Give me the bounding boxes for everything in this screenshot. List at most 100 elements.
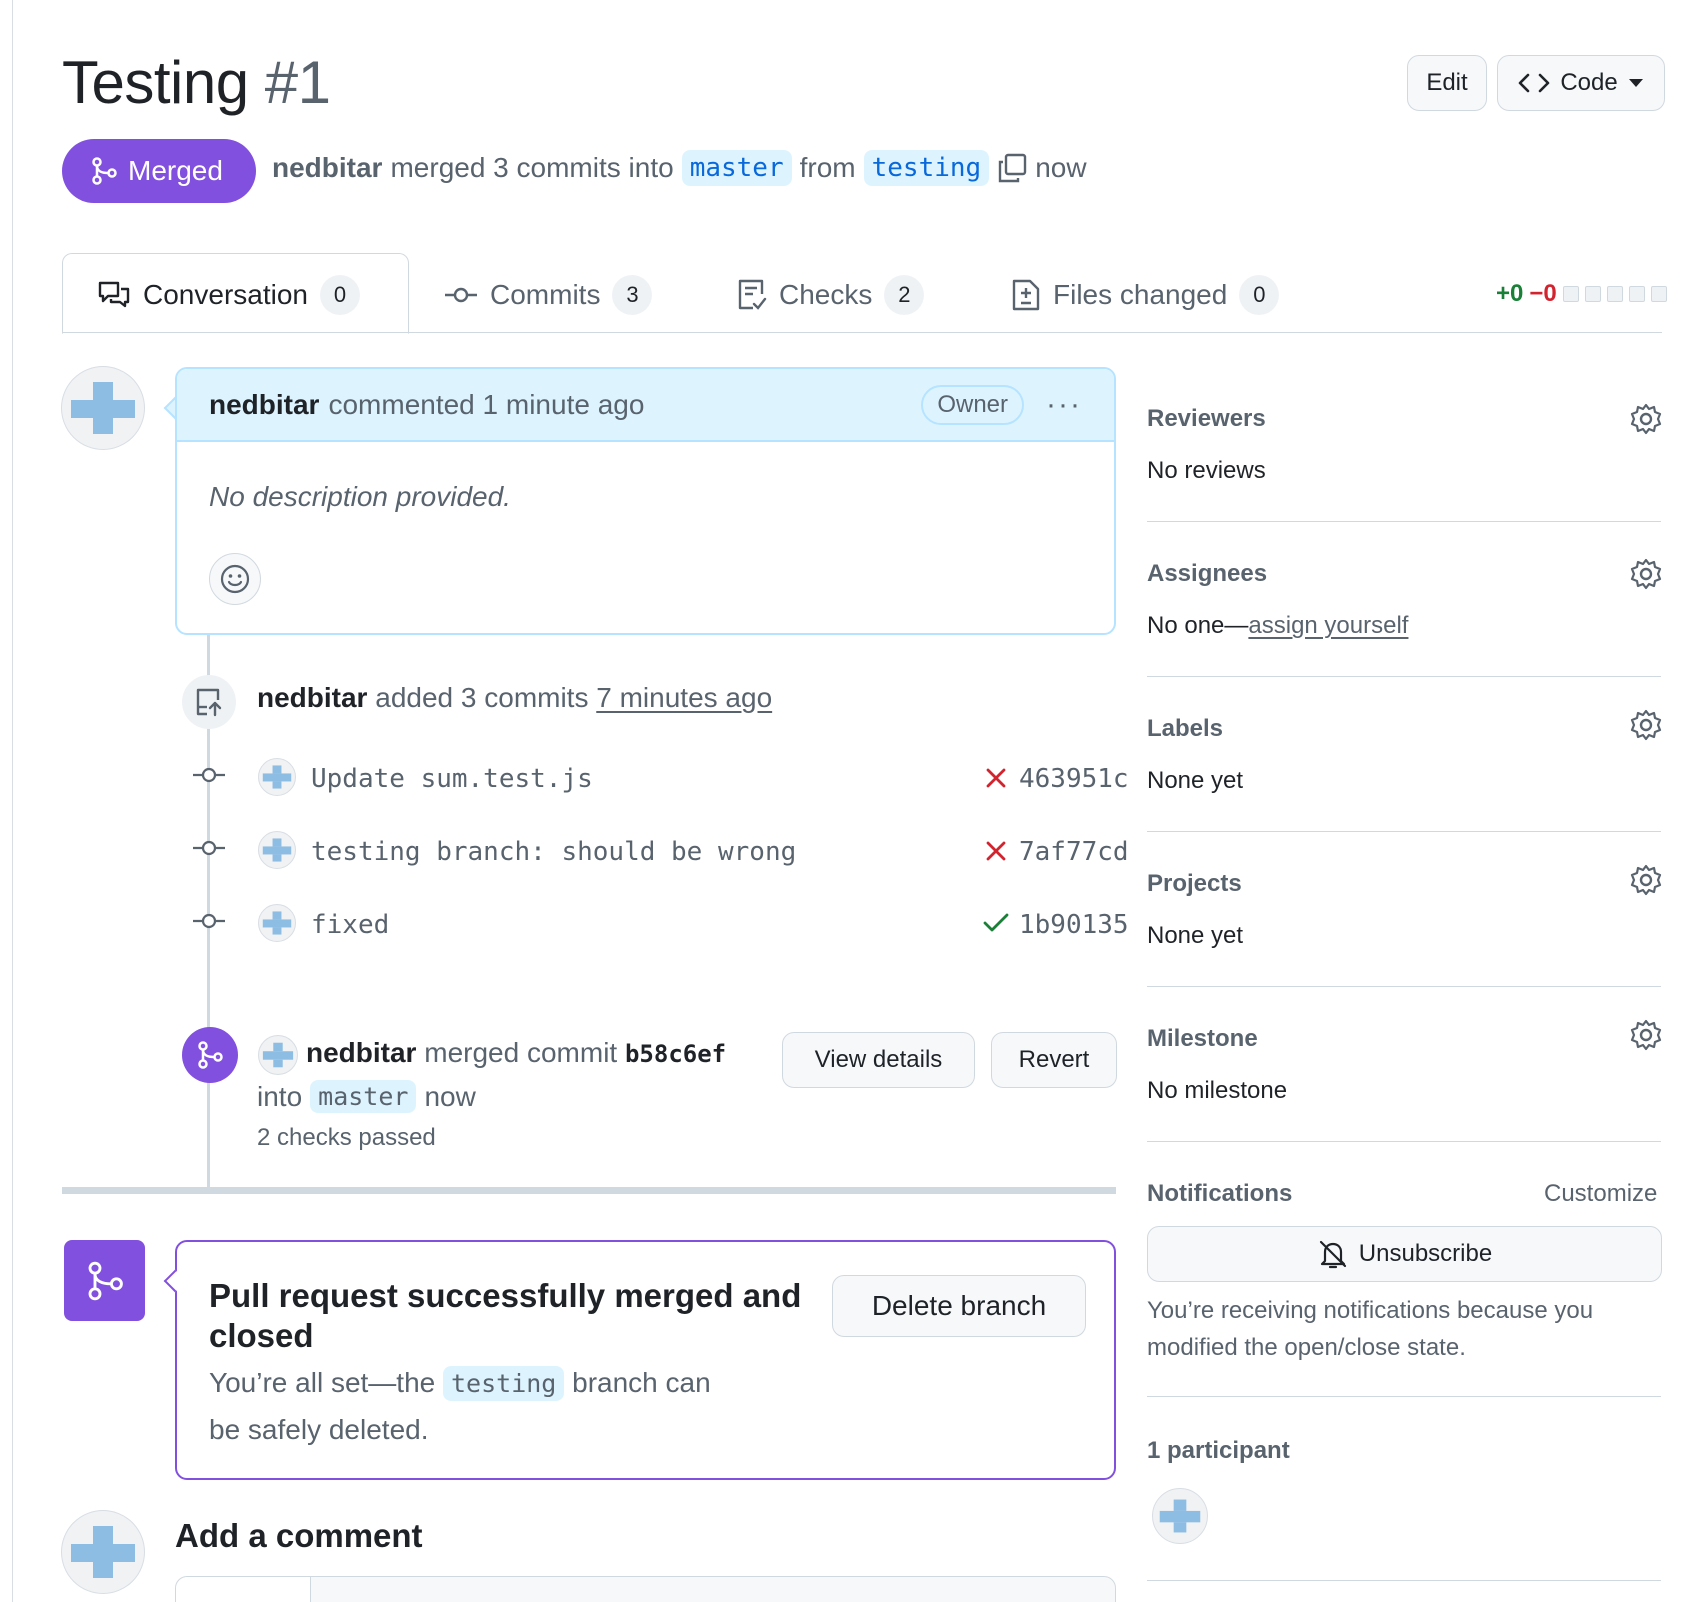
head-branch-label[interactable]: testing (863, 150, 990, 186)
merge-time: now (1035, 152, 1087, 183)
tab-files-changed-count: 0 (1239, 275, 1280, 315)
milestone-heading[interactable]: Milestone (1147, 1025, 1258, 1053)
assignees-none-text: No one— (1147, 612, 1249, 639)
assignees-gear-icon[interactable] (1629, 557, 1663, 591)
tab-checks[interactable]: Checks 2 (737, 273, 925, 317)
tab-checks-label: Checks (779, 279, 873, 310)
assign-yourself-link[interactable]: assign yourself (1248, 612, 1408, 639)
labels-heading[interactable]: Labels (1147, 715, 1223, 743)
author-link[interactable]: nedbitar (272, 152, 382, 184)
edit-label: Edit (1426, 69, 1468, 96)
commit-avatar[interactable] (258, 758, 296, 796)
base-branch-label[interactable]: master (681, 150, 792, 186)
triangle-down-icon (1628, 79, 1643, 87)
delete-branch-label: Delete branch (871, 1290, 1047, 1321)
avatar[interactable] (61, 366, 145, 450)
kebab-menu-icon[interactable]: ··· (1046, 388, 1082, 422)
comment-author[interactable]: nedbitar (209, 389, 319, 421)
add-comment-heading: Add a comment (175, 1517, 423, 1554)
revert-button[interactable]: Revert (991, 1032, 1117, 1088)
commit-message[interactable]: testing branch: should be wrong (311, 837, 796, 867)
diffstat-block (1606, 286, 1623, 302)
commit-node-icon (192, 911, 226, 931)
event-author[interactable]: nedbitar (257, 682, 367, 713)
participants-heading: 1 participant (1147, 1437, 1290, 1464)
reviewers-gear-icon[interactable] (1629, 402, 1663, 436)
git-merge-icon (92, 157, 117, 185)
projects-value: None yet (1147, 922, 1244, 949)
labels-value: None yet (1147, 767, 1244, 794)
merged-sub-prefix: You’re all set—the (209, 1367, 436, 1398)
commit-sha[interactable]: 7af77cd (1019, 837, 1129, 867)
commit-avatar[interactable] (258, 904, 296, 942)
unsubscribe-label: Unsubscribe (1358, 1240, 1493, 1267)
identicon (262, 1042, 294, 1068)
diffstat-block (1584, 286, 1601, 302)
merged-subtitle: You’re all set—the testing branch can be… (209, 1360, 769, 1453)
into-text: into (257, 1080, 303, 1112)
merge-author[interactable]: nedbitar (306, 1037, 416, 1068)
tab-conversation[interactable]: Conversation 0 (97, 273, 360, 317)
owner-badge: Owner (921, 384, 1025, 425)
notifications-heading: Notifications (1147, 1180, 1293, 1207)
commit-avatar[interactable] (258, 831, 296, 869)
git-merge-icon (198, 1041, 223, 1069)
merge-action: merged commit (424, 1037, 618, 1068)
diffstat-additions: +0 (1496, 280, 1524, 307)
merged-state-badge (64, 1240, 145, 1321)
x-icon[interactable] (984, 839, 1008, 863)
commit-node-icon (192, 838, 226, 858)
tab-files-changed[interactable]: Files changed 0 (1011, 273, 1280, 317)
assignees-heading[interactable]: Assignees (1147, 560, 1267, 588)
participant-avatar[interactable] (1152, 1488, 1208, 1544)
delete-branch-button[interactable]: Delete branch (832, 1275, 1086, 1337)
identicon (71, 382, 135, 434)
reviewers-value: No reviews (1147, 457, 1266, 484)
file-diff-icon (1012, 279, 1040, 311)
sidebar-divider (1147, 1396, 1661, 1397)
projects-heading[interactable]: Projects (1147, 870, 1242, 898)
merged-status-box: Pull request successfully merged and clo… (175, 1240, 1116, 1480)
copy-icon[interactable] (997, 153, 1027, 183)
commit-sha[interactable]: 463951c (1019, 764, 1129, 794)
comment-header: nedbitar commented 1 minute ago Owner ··… (177, 369, 1114, 442)
x-icon[interactable] (984, 766, 1008, 790)
view-details-button[interactable]: View details (782, 1032, 975, 1088)
pr-number: #1 (264, 49, 331, 116)
merge-commit-sha[interactable]: b58c6ef (625, 1040, 726, 1068)
assignees-value: No one—assign yourself (1147, 612, 1408, 640)
event-action: added 3 commits (375, 682, 589, 713)
deletable-branch[interactable]: testing (443, 1366, 565, 1401)
reviewers-heading[interactable]: Reviewers (1147, 405, 1266, 433)
add-reaction-button[interactable] (209, 553, 261, 605)
tab-write[interactable] (176, 1577, 311, 1602)
code-button[interactable]: Code (1497, 55, 1665, 111)
commit-message[interactable]: Update sum.test.js (311, 764, 593, 794)
projects-gear-icon[interactable] (1629, 863, 1663, 897)
sidebar-divider (1147, 521, 1661, 522)
commit-message[interactable]: fixed (311, 910, 389, 940)
comment-editor[interactable] (175, 1576, 1116, 1602)
comment-timestamp[interactable]: commented 1 minute ago (328, 389, 644, 421)
milestone-value: No milestone (1147, 1077, 1288, 1104)
commits-event: nedbitar added 3 commits 7 minutes ago (257, 682, 772, 714)
customize-link[interactable]: Customize (1544, 1180, 1657, 1208)
merged-sub-suffix: branch can (572, 1367, 711, 1398)
edit-button[interactable]: Edit (1407, 55, 1487, 111)
milestone-gear-icon[interactable] (1629, 1018, 1663, 1052)
unsubscribe-button[interactable]: Unsubscribe (1147, 1226, 1662, 1282)
commit-sha[interactable]: 1b90135 (1019, 910, 1129, 940)
merge-summary: nedbitar merged 3 commits into master fr… (272, 150, 1087, 186)
diffstat: +0 −0 (1496, 280, 1667, 308)
merged-into-branch[interactable]: master (310, 1080, 417, 1113)
event-time-link[interactable]: 7 minutes ago (596, 682, 772, 713)
labels-gear-icon[interactable] (1629, 708, 1663, 742)
current-user-avatar[interactable] (61, 1510, 145, 1594)
tab-commits-label: Commits (490, 279, 601, 310)
tab-commits[interactable]: Commits 3 (444, 273, 653, 317)
merge-avatar[interactable] (258, 1035, 298, 1075)
checks-passed-text[interactable]: 2 checks passed (257, 1124, 436, 1152)
check-icon[interactable] (982, 911, 1010, 935)
merge-event-badge (182, 1027, 238, 1083)
view-details-label: View details (814, 1046, 943, 1073)
